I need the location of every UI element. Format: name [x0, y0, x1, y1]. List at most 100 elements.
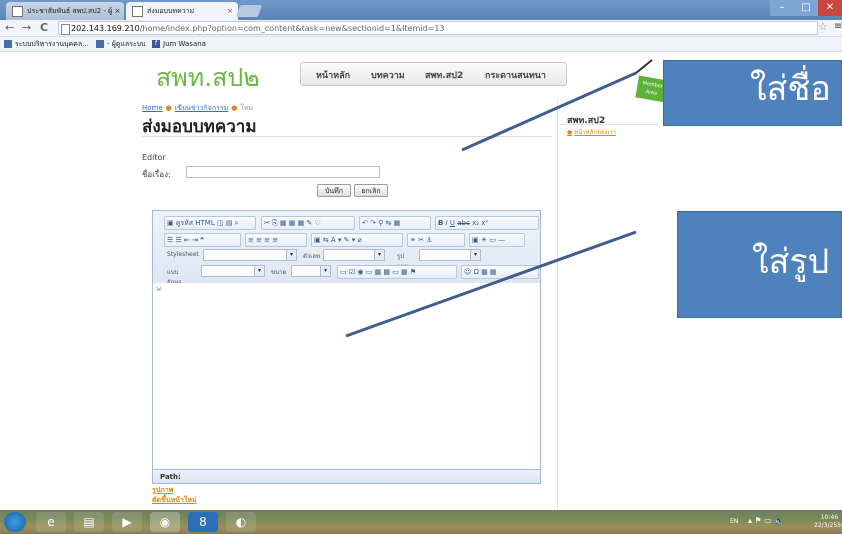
font-family-select[interactable]: ▾	[201, 265, 265, 277]
site-logo[interactable]: สพท.สป๒	[156, 58, 260, 98]
clipboard-tools[interactable]: ✂ ⎘ ▦ ▦ ▦ ✎ ♡	[261, 216, 355, 230]
heading-label: ตัวเลข	[303, 253, 321, 260]
clock-date: 22/3/2556	[814, 522, 842, 529]
bookmark-star-icon[interactable]: ☆	[818, 20, 828, 33]
breadcrumb-current: ใหม่	[240, 104, 253, 112]
page-icon	[61, 24, 70, 35]
browser-menu-icon[interactable]: ≡	[834, 21, 842, 32]
save-button[interactable]: บันทึก	[317, 184, 351, 197]
subject-label: ชื่อเรื่อง:	[142, 170, 171, 179]
chevron-down-icon: ▾	[470, 250, 480, 260]
explorer-icon[interactable]: ▤	[74, 512, 104, 532]
bookmark-admin[interactable]: - ผู้ดูแลระบบ	[96, 37, 146, 51]
format-select[interactable]: ▾	[419, 249, 481, 261]
callout-enter-name: ใส่ชื่อ	[663, 60, 842, 126]
editor-content-area[interactable]: ⇲	[153, 283, 540, 469]
breadcrumb-home[interactable]: Home	[142, 104, 163, 112]
strikethrough-icon: abc	[457, 219, 470, 227]
chevron-down-icon: ▾	[374, 250, 384, 260]
main-menu: หน้าหลัก บทความ สพท.สป2 กระดานสนทนา	[300, 62, 567, 86]
chevron-down-icon: ▾	[320, 266, 330, 276]
sidebar-title-divider	[560, 124, 660, 125]
url-host: 202.143.169.210	[71, 24, 140, 33]
text-style-tools[interactable]: B I U abc x₂ x²	[435, 216, 539, 230]
site-favicon-icon	[12, 5, 23, 17]
menu-item-articles[interactable]: บทความ	[371, 68, 405, 82]
insert-tools[interactable]: ▣ ⇆ A ▾ ✎ ▾ ⌀	[311, 233, 403, 247]
bullet-icon: ●	[165, 104, 172, 112]
tab-label: ประชาสัมพันธ์ สพป.สป2 - ผู้ ×	[27, 7, 121, 15]
title-divider	[142, 136, 552, 137]
breadcrumb-section[interactable]: เขียนข่าวกิจกรรม	[175, 104, 228, 112]
url-path: /home/index.php?option=com_content&task=…	[139, 24, 445, 33]
app-8-icon[interactable]: 8	[188, 512, 218, 532]
maximize-button[interactable]: □	[794, 0, 818, 16]
chrome-icon[interactable]: ◉	[150, 512, 180, 532]
tray-icons[interactable]: ▴ ⚑ ▭ 🔈	[748, 516, 784, 525]
reload-button[interactable]: C	[40, 21, 48, 35]
font-size-label: ขนาด	[271, 269, 287, 276]
stylesheet-label: Stylesheet	[167, 251, 199, 258]
tab-submit-article[interactable]: ส่งมอบบทความ ×	[126, 2, 238, 20]
callout-insert-image: ใส่รูป	[677, 211, 842, 318]
input-language[interactable]: EN	[730, 518, 738, 525]
windows-taskbar: e ▤ ▶ ◉ 8 ◐	[0, 510, 842, 534]
form-tools[interactable]: ▭ ☑ ◉ ▭ ▦ ▦ ▭ ▦ ⚑	[337, 265, 457, 279]
bookmark-favicon-icon	[4, 40, 12, 48]
sidebar-link-home[interactable]: ● หน้าหลักของเรา	[567, 127, 616, 137]
start-button[interactable]	[4, 512, 26, 532]
heading-select[interactable]: ▾	[323, 249, 385, 261]
editor-toolbar: ▣ ดูรหัส HTML ◫ ▤ ⌕ ✂ ⎘ ▦ ▦ ▦ ✎ ♡ ↶ ↷ ⚲ …	[153, 211, 540, 286]
source-html-button[interactable]: ▣ ดูรหัส HTML ◫ ▤ ⌕	[164, 216, 256, 230]
clock-time: 10:46	[820, 514, 839, 521]
align-tools[interactable]: ≡ ≡ ≡ ≡	[245, 233, 307, 247]
browser-toolbar: ← → C 202.143.169.210/home/index.php?opt…	[0, 20, 842, 37]
chevron-down-icon: ▾	[254, 266, 264, 276]
tab-ppr[interactable]: ประชาสัมพันธ์ สพป.สป2 - ผู้ ×	[6, 2, 124, 20]
menu-item-forum[interactable]: กระดานสนทนา	[485, 68, 546, 82]
cancel-button[interactable]: ยกเลิก	[354, 184, 388, 197]
bookmark-favicon-icon	[96, 40, 104, 48]
facebook-icon: f	[152, 40, 160, 48]
bullet-icon: ●	[567, 129, 573, 136]
address-bar[interactable]: 202.143.169.210/home/index.php?option=co…	[58, 21, 818, 35]
font-size-select[interactable]: ▾	[291, 265, 331, 277]
media-tools[interactable]: ▣ ☀ ▭ —	[469, 233, 525, 247]
special-char-tools[interactable]: ☺ Ω ▦ ▦	[461, 265, 539, 279]
menu-item-home[interactable]: หน้าหลัก	[316, 68, 350, 82]
media-player-icon[interactable]: ▶	[112, 512, 142, 532]
rich-text-editor: ▣ ดูรหัส HTML ◫ ▤ ⌕ ✂ ⎘ ▦ ▦ ▦ ✎ ♡ ↶ ↷ ⚲ …	[152, 210, 541, 484]
underline-icon: U	[449, 219, 456, 227]
tab-label: ส่งมอบบทความ	[147, 7, 195, 15]
editor-label: Editor	[142, 153, 166, 162]
app-icon[interactable]: ◐	[226, 512, 256, 532]
bookmark-hr-system[interactable]: ระบบบริหารงานบุคคล...	[4, 37, 89, 51]
new-tab-button[interactable]	[235, 5, 263, 17]
close-window-button[interactable]: ✕	[818, 0, 842, 16]
sidebar-divider	[557, 98, 558, 516]
bookmarks-bar: ระบบบริหารงานบุคคล... - ผู้ดูแลระบบ f Jum…	[0, 37, 842, 52]
browser-tab-strip: ประชาสัมพันธ์ สพป.สป2 - ผู้ × ส่งมอบบทคว…	[0, 0, 842, 20]
minimize-button[interactable]: –	[770, 0, 794, 16]
chevron-down-icon: ▾	[286, 250, 296, 260]
ie-icon[interactable]: e	[36, 512, 66, 532]
bold-icon: B	[438, 219, 444, 227]
list-indent-tools[interactable]: ☰ ☰ ⇤ ⇥ ❝	[164, 233, 241, 247]
forward-button[interactable]: →	[22, 21, 31, 35]
subject-input[interactable]	[186, 166, 380, 178]
badge-pin	[635, 59, 653, 74]
bookmark-facebook[interactable]: f Jum Wasana	[152, 37, 206, 51]
undo-find-tools[interactable]: ↶ ↷ ⚲ ⇆ ▦	[359, 216, 431, 230]
page-break-link[interactable]: ตัดขึ้นหน้าใหม่	[152, 495, 197, 506]
menu-item-office[interactable]: สพท.สป2	[425, 68, 463, 82]
page-icon	[132, 5, 143, 17]
stylesheet-select[interactable]: ▾	[203, 249, 297, 261]
editor-path-bar: Path:	[153, 469, 540, 483]
bullet-icon: ●	[231, 104, 238, 112]
tab-close-icon[interactable]: ×	[227, 2, 233, 20]
link-tools[interactable]: ⚭ ✂ ⚓	[407, 233, 465, 247]
resize-handle-icon: ⇲	[155, 285, 161, 293]
italic-icon: I	[445, 219, 448, 227]
clock[interactable]: 10:46 22/3/2556	[814, 514, 842, 530]
back-button[interactable]: ←	[5, 21, 14, 35]
